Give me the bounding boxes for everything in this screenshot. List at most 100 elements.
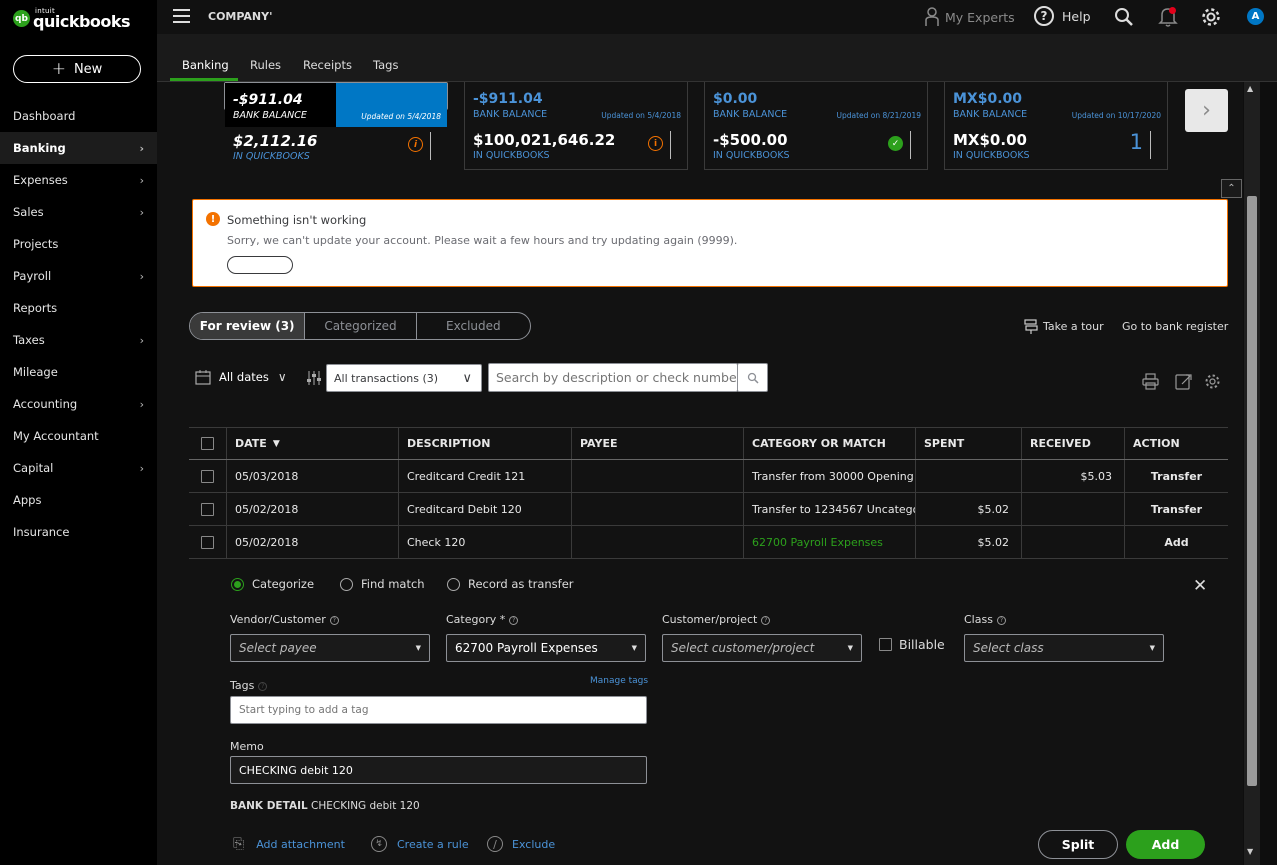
tags-input[interactable]: [230, 696, 647, 724]
memo-field[interactable]: CHECKING debit 120: [230, 756, 647, 784]
table-row[interactable]: 05/03/2018 Creditcard Credit 121 Transfer …: [189, 460, 1228, 493]
tab-categorized[interactable]: Categorized: [305, 313, 417, 339]
sidebar-item-dashboard[interactable]: Dashboard: [0, 100, 157, 132]
description-cell: Check 120: [398, 526, 571, 558]
row-checkbox[interactable]: [201, 535, 214, 549]
transactions-filter[interactable]: All transactions (3) ∨: [326, 364, 482, 392]
customer-select[interactable]: Select customer/project ▼: [662, 634, 862, 662]
paperclip-icon: ⎘: [233, 836, 245, 852]
sidebar-item-reports[interactable]: Reports: [0, 292, 157, 324]
table-row[interactable]: 05/02/2018 Creditcard Debit 120 Transfer t…: [189, 493, 1228, 526]
sidebar-item-taxes[interactable]: Taxes ›: [0, 324, 157, 356]
class-select[interactable]: Select class ▼: [964, 634, 1164, 662]
bank-register-link[interactable]: Go to bank register: [1122, 320, 1228, 333]
radio-icon: [340, 577, 353, 591]
table-settings-icon[interactable]: [1204, 373, 1221, 390]
search-input[interactable]: [488, 363, 738, 392]
tab-rules[interactable]: Rules: [250, 58, 281, 72]
account-card[interactable]: -$911.04 BANK BALANCE Updated on 5/4/2018 $…: [224, 82, 448, 162]
add-attachment-link[interactable]: ⎘ Add attachment: [233, 836, 345, 852]
date-header[interactable]: DATE ▼: [226, 428, 398, 459]
chevron-right-icon: ›: [139, 141, 144, 155]
avatar[interactable]: A: [1247, 8, 1264, 25]
account-card[interactable]: MX$0.00 BANK BALANCE Updated on 10/17/2020…: [944, 82, 1168, 170]
update-button[interactable]: Update: [227, 256, 293, 274]
sidebar-item-label: Capital: [13, 461, 54, 475]
print-icon[interactable]: [1142, 373, 1159, 390]
category-select[interactable]: 62700 Payroll Expenses ▼: [446, 634, 646, 662]
scroll-up-arrow-icon[interactable]: ▲: [1247, 84, 1253, 93]
sidebar-item-sales[interactable]: Sales ›: [0, 196, 157, 228]
vendor-select[interactable]: Select payee ▼: [230, 634, 430, 662]
sidebar-item-payroll[interactable]: Payroll ›: [0, 260, 157, 292]
tab-receipts[interactable]: Receipts: [303, 58, 352, 72]
radio-categorize[interactable]: Categorize: [231, 577, 314, 591]
qb-balance-label: IN QUICKBOOKS: [233, 151, 310, 162]
info-icon: ?: [761, 616, 771, 625]
sidebar-item-banking[interactable]: Banking ›: [0, 132, 157, 164]
table-row[interactable]: 05/02/2018 Check 120 62700 Payroll Expense…: [189, 526, 1228, 559]
sidebar-item-expenses[interactable]: Expenses ›: [0, 164, 157, 196]
sort-desc-icon: ▼: [272, 438, 280, 449]
radio-find-match[interactable]: Find match: [340, 577, 425, 591]
search-button[interactable]: [737, 363, 768, 392]
sidebar-item-projects[interactable]: Projects: [0, 228, 157, 260]
search-icon[interactable]: [1114, 7, 1134, 27]
memo-label: Memo: [230, 740, 264, 753]
sidebar-item-my-accountant[interactable]: My Accountant: [0, 420, 157, 452]
help-label: Help: [1062, 8, 1091, 24]
split-button[interactable]: Split: [1038, 830, 1118, 859]
new-button[interactable]: + New: [13, 55, 141, 83]
caret-down-icon: ▼: [1149, 644, 1155, 652]
take-tour-link[interactable]: Take a tour: [1023, 318, 1104, 334]
my-experts-link[interactable]: My Experts: [925, 7, 1015, 27]
updated-date: Updated on 5/4/2018: [361, 112, 441, 121]
radio-record-transfer[interactable]: Record as transfer: [447, 577, 574, 591]
exclude-link[interactable]: ∕ Exclude: [487, 836, 555, 852]
action-cell[interactable]: Transfer: [1124, 460, 1228, 492]
qb-balance-amount: $100,021,646.22: [473, 131, 616, 149]
account-card[interactable]: -$911.04 BANK BALANCE Updated on 5/4/2018 $…: [464, 82, 688, 170]
notifications-icon[interactable]: [1158, 6, 1178, 31]
export-icon[interactable]: [1175, 373, 1192, 390]
company-name[interactable]: COMPANY': [208, 10, 272, 23]
gear-icon[interactable]: [1200, 6, 1222, 28]
scroll-down-arrow-icon[interactable]: ▼: [1247, 847, 1253, 856]
scrollbar-thumb[interactable]: [1247, 196, 1257, 786]
account-card[interactable]: $0.00 BANK BALANCE Updated on 8/21/2019 -$5…: [704, 82, 928, 170]
menu-icon[interactable]: [173, 9, 190, 23]
action-cell[interactable]: Transfer: [1124, 493, 1228, 525]
action-cell[interactable]: Add: [1124, 526, 1228, 558]
description-cell: Creditcard Debit 120: [398, 493, 571, 525]
close-icon[interactable]: ✕: [1193, 576, 1207, 596]
tab-banking[interactable]: Banking: [182, 58, 229, 72]
select-all-checkbox[interactable]: [201, 437, 214, 450]
next-accounts-button[interactable]: ›: [1185, 89, 1228, 132]
help-button[interactable]: ? Help: [1034, 6, 1091, 26]
collapse-cards-button[interactable]: ⌃: [1221, 179, 1242, 198]
payee-cell: [571, 526, 743, 558]
add-attachment-label: Add attachment: [256, 837, 345, 851]
tab-excluded[interactable]: Excluded: [417, 313, 530, 339]
sidebar-item-insurance[interactable]: Insurance: [0, 516, 157, 548]
manage-tags-link[interactable]: Manage tags: [590, 676, 648, 686]
payee-cell: [571, 460, 743, 492]
filter-icon[interactable]: [306, 370, 322, 386]
add-button[interactable]: Add: [1126, 830, 1205, 859]
sidebar-item-accounting[interactable]: Accounting ›: [0, 388, 157, 420]
sidebar-item-apps[interactable]: Apps: [0, 484, 157, 516]
bank-balance-amount: $0.00: [713, 91, 758, 107]
alert-icon: !: [206, 212, 220, 226]
row-checkbox[interactable]: [201, 469, 214, 483]
row-checkbox[interactable]: [201, 502, 214, 516]
tab-for-review[interactable]: For review (3): [190, 313, 306, 339]
sidebar-item-mileage[interactable]: Mileage: [0, 356, 157, 388]
date-filter[interactable]: All dates ∨: [195, 369, 287, 385]
qb-logo-icon: qb: [13, 10, 30, 27]
sidebar-item-capital[interactable]: Capital ›: [0, 452, 157, 484]
tab-tags[interactable]: Tags: [373, 58, 398, 72]
billable-checkbox[interactable]: Billable: [879, 637, 945, 652]
bank-balance-amount: -$911.04: [233, 92, 303, 108]
quickbooks-logo[interactable]: qb intuit quickbooks: [13, 6, 131, 31]
create-rule-link[interactable]: ↯ Create a rule: [371, 836, 469, 852]
